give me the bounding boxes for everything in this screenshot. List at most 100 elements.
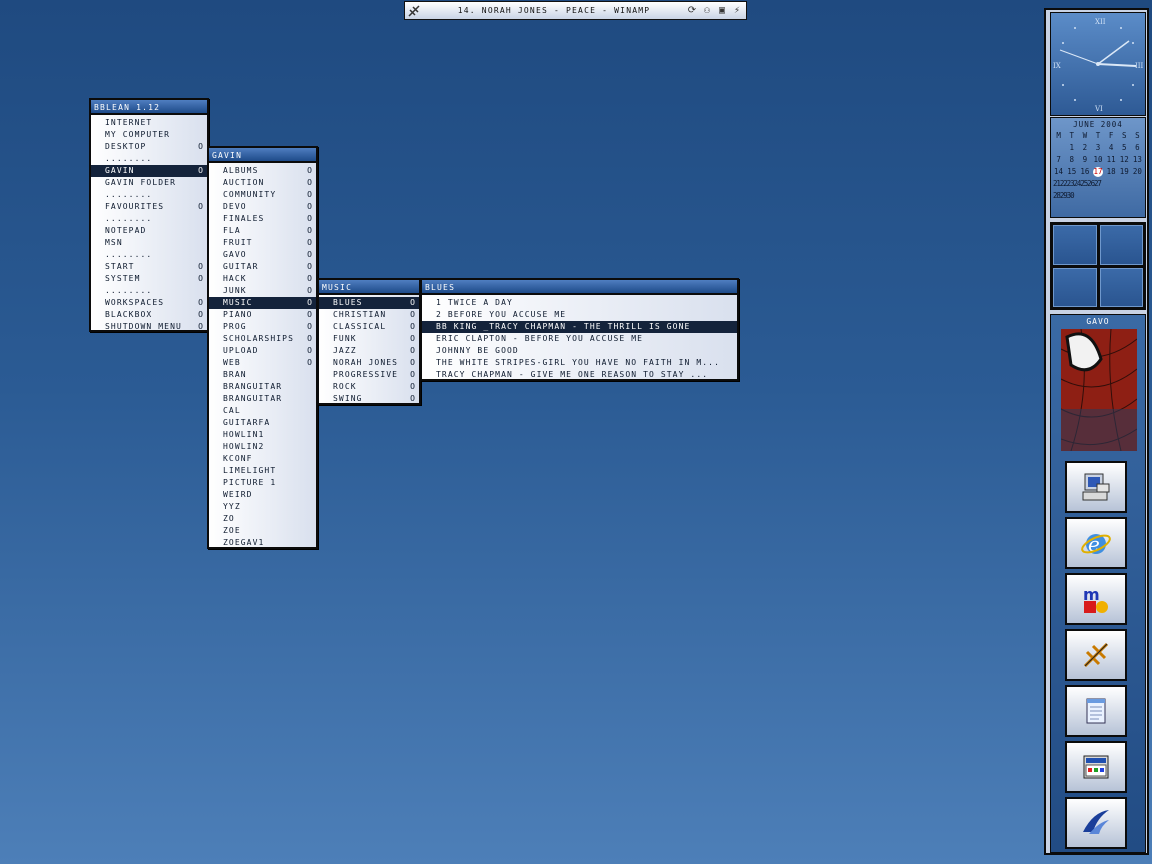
music-menu-item[interactable]: PROGRESSIVE O	[319, 369, 419, 381]
gavin-menu-item[interactable]: GUITAR O	[209, 261, 316, 273]
root-menu-item[interactable]: GAVIN FOLDER	[91, 177, 207, 189]
gavin-menu-item-label: GUITAR	[223, 262, 259, 271]
winamp-tray-icon[interactable]: ⚡	[730, 4, 744, 18]
winamp-title-bar[interactable]: 14. NORAH JONES - PEACE - WINAMP ⟳ ⚇ ▣ ⚡	[404, 1, 747, 20]
submenu-indicator-icon: O	[307, 214, 313, 223]
internet-explorer-launcher[interactable]: e	[1065, 517, 1127, 569]
gavin-menu-item[interactable]: YYZ	[209, 501, 316, 513]
root-menu-item[interactable]: MSN	[91, 237, 207, 249]
calendar-today: 17	[1092, 167, 1103, 177]
root-menu-item[interactable]: MY COMPUTER	[91, 129, 207, 141]
root-menu-item[interactable]: FAVOURITES O	[91, 201, 207, 213]
calendar-day: T	[1069, 131, 1074, 140]
root-menu-item-label: ........	[105, 250, 153, 259]
submenu-indicator-icon: O	[307, 286, 313, 295]
gavin-menu-item[interactable]: ZO	[209, 513, 316, 525]
gavin-menu-item[interactable]: PICTURE 1	[209, 477, 316, 489]
gavin-menu-item[interactable]: DEVO O	[209, 201, 316, 213]
root-menu-item-label: INTERNET	[105, 118, 153, 127]
paint-launcher[interactable]	[1065, 741, 1127, 793]
music-menu-item[interactable]: BLUES O	[319, 297, 419, 309]
workspace-3[interactable]	[1053, 267, 1097, 307]
network-icon[interactable]: ⚇	[700, 4, 714, 18]
music-menu-item[interactable]: CLASSICAL O	[319, 321, 419, 333]
root-menu-item-label: GAVIN	[105, 166, 135, 175]
gavin-menu-item[interactable]: ZOE	[209, 525, 316, 537]
gavin-menu-item[interactable]: WEB O	[209, 357, 316, 369]
blues-menu-item-label: JOHNNY BE GOOD	[436, 346, 519, 355]
my-computer-launcher[interactable]	[1065, 461, 1127, 513]
root-menu-item[interactable]: NOTEPAD	[91, 225, 207, 237]
gavin-menu-item[interactable]: COMMUNITY O	[209, 189, 316, 201]
gavin-menu-item[interactable]: ALBUMS O	[209, 165, 316, 177]
blues-menu-item-label: 1 TWICE A DAY	[436, 298, 513, 307]
gavin-menu-item[interactable]: HACK O	[209, 273, 316, 285]
root-menu-item[interactable]: SYSTEM O	[91, 273, 207, 285]
blues-menu-item[interactable]: TRACY CHAPMAN - GIVE ME ONE REASON TO ST…	[422, 369, 737, 381]
calendar-weekdays: MTWTFSS	[1052, 131, 1144, 143]
blues-menu-item[interactable]: 1 TWICE A DAY	[422, 297, 737, 309]
calendar-day: 8	[1069, 155, 1074, 164]
mirc-launcher[interactable]: m	[1065, 573, 1127, 625]
gavin-menu-item[interactable]: WEIRD	[209, 489, 316, 501]
workspace-2[interactable]	[1099, 225, 1143, 265]
refresh-icon[interactable]: ⟳	[685, 4, 699, 18]
winamp-icon[interactable]	[405, 2, 423, 19]
root-menu-item[interactable]: INTERNET	[91, 117, 207, 129]
gavin-menu-item[interactable]: BRAN	[209, 369, 316, 381]
gavin-menu-item[interactable]: UPLOAD O	[209, 345, 316, 357]
gavin-menu-item[interactable]: PIANO O	[209, 309, 316, 321]
gavin-menu-item[interactable]: KCONF	[209, 453, 316, 465]
winamp-launcher[interactable]	[1065, 629, 1127, 681]
gavin-menu-item[interactable]: ZOEGAV1	[209, 537, 316, 549]
root-menu-item[interactable]: START O	[91, 261, 207, 273]
gavin-menu-item[interactable]: FLA O	[209, 225, 316, 237]
gavin-menu-item[interactable]: BRANGUITAR	[209, 381, 316, 393]
gavin-menu-item[interactable]: LIMELIGHT	[209, 465, 316, 477]
gavin-menu-item[interactable]: GUITARFA	[209, 417, 316, 429]
gavin-menu-item[interactable]: HOWLIN2	[209, 441, 316, 453]
music-menu-item[interactable]: FUNK O	[319, 333, 419, 345]
openoffice-launcher[interactable]	[1065, 797, 1127, 849]
gavin-menu-item[interactable]: CAL	[209, 405, 316, 417]
submenu-indicator-icon: O	[198, 166, 204, 175]
gavin-menu-item[interactable]: GAVO O	[209, 249, 316, 261]
root-menu-item[interactable]: GAVIN O	[91, 165, 207, 177]
gavin-menu-item[interactable]: FRUIT O	[209, 237, 316, 249]
gavin-menu-item[interactable]: HOWLIN1	[209, 429, 316, 441]
calendar-day	[1052, 143, 1065, 155]
gavin-menu-item[interactable]: PROG O	[209, 321, 316, 333]
workspace-1[interactable]	[1053, 225, 1097, 265]
gavin-menu-item[interactable]: AUCTION O	[209, 177, 316, 189]
gavin-menu-item[interactable]: MUSIC O	[209, 297, 316, 309]
gavin-menu-item-label: BRANGUITAR	[223, 394, 283, 403]
blues-menu-item[interactable]: 2 BEFORE YOU ACCUSE ME	[422, 309, 737, 321]
root-menu-item[interactable]: SHUTDOWN MENU O	[91, 321, 207, 333]
root-menu-item-label: GAVIN FOLDER	[105, 178, 176, 187]
root-menu-item[interactable]: DESKTOP O	[91, 141, 207, 153]
monitor-icon[interactable]: ▣	[715, 4, 729, 18]
root-menu-item[interactable]: BLACKBOX O	[91, 309, 207, 321]
root-menu-item-label: SHUTDOWN MENU	[105, 322, 182, 331]
notepad-launcher[interactable]	[1065, 685, 1127, 737]
submenu-indicator-icon: O	[410, 382, 416, 391]
calendar-month: JUNE 2004	[1073, 120, 1123, 129]
blues-menu-item[interactable]: BB KING _TRACY CHAPMAN - THE THRILL IS G…	[422, 321, 737, 333]
workspace-4[interactable]	[1099, 267, 1143, 307]
music-menu-item[interactable]: ROCK O	[319, 381, 419, 393]
music-menu-item[interactable]: NORAH JONES O	[319, 357, 419, 369]
music-menu-item[interactable]: CHRISTIAN O	[319, 309, 419, 321]
gavin-menu-title: GAVIN	[209, 148, 316, 163]
music-menu-item[interactable]: SWING O	[319, 393, 419, 405]
gavin-menu-item[interactable]: FINALES O	[209, 213, 316, 225]
gavin-menu-item[interactable]: SCHOLARSHIPS O	[209, 333, 316, 345]
blues-menu-item[interactable]: THE WHITE STRIPES-GIRL YOU HAVE NO FAITH…	[422, 357, 737, 369]
gavin-menu-item[interactable]: JUNK O	[209, 285, 316, 297]
blues-menu-item[interactable]: ERIC CLAPTON - BEFORE YOU ACCUSE ME	[422, 333, 737, 345]
root-menu-item-label: ........	[105, 214, 153, 223]
gavin-menu-item[interactable]: BRANGUITAR	[209, 393, 316, 405]
blues-menu-item[interactable]: JOHNNY BE GOOD	[422, 345, 737, 357]
music-menu-item[interactable]: JAZZ O	[319, 345, 419, 357]
root-menu-item[interactable]: WORKSPACES O	[91, 297, 207, 309]
root-menu-item-label: FAVOURITES	[105, 202, 165, 211]
